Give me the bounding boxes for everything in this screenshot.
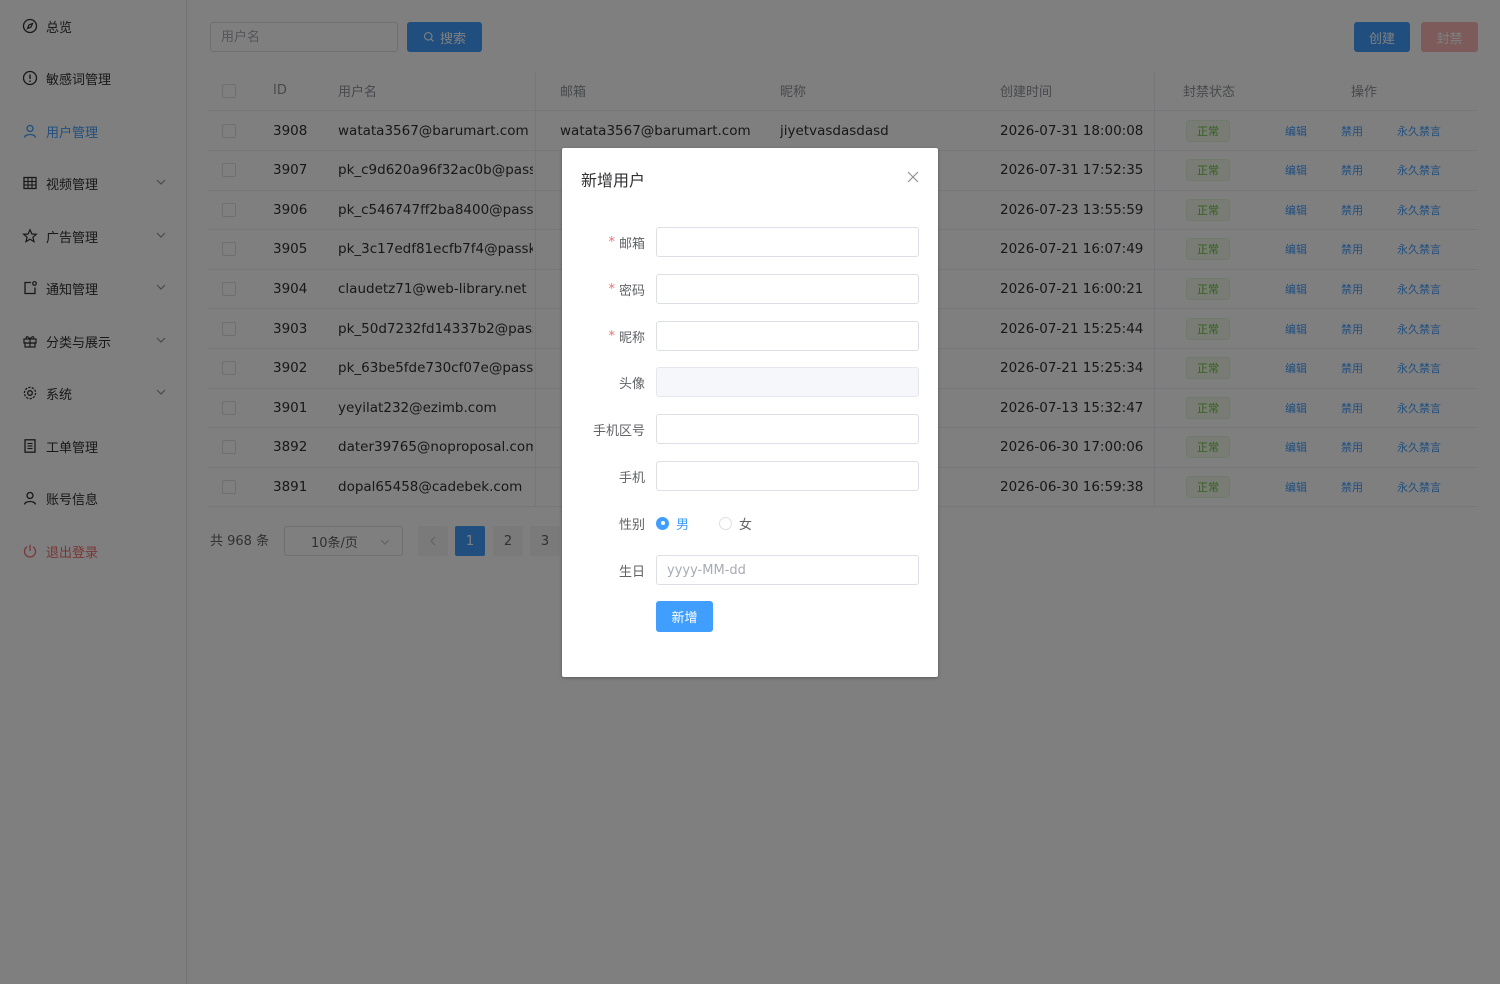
avatar-field (656, 367, 919, 397)
gender-radio-group: 男 女 (656, 512, 782, 534)
submit-button[interactable]: 新增 (656, 601, 713, 632)
area-code-field[interactable] (656, 414, 919, 444)
birthday-field[interactable] (656, 555, 919, 585)
password-label: * 密码 (608, 281, 645, 299)
avatar-label: 头像 (618, 376, 645, 392)
radio-dot[interactable] (656, 516, 669, 530)
gender-male-radio[interactable]: 男 (656, 514, 689, 533)
birthday-label: 生日 (618, 564, 645, 580)
nickname-field[interactable] (656, 321, 919, 351)
radio-dot[interactable] (719, 516, 733, 530)
area-code-label: 手机区号 (592, 423, 645, 439)
email-field[interactable] (656, 227, 919, 257)
dialog-title: 新增用户 (581, 171, 646, 190)
password-field[interactable] (656, 274, 919, 304)
close-icon[interactable] (906, 170, 920, 184)
gender-female-radio[interactable]: 女 (719, 514, 752, 533)
nickname-label: * 昵称 (608, 328, 645, 346)
phone-field[interactable] (656, 461, 919, 491)
email-label: * 邮箱 (608, 234, 645, 252)
submit-button-label: 新增 (671, 611, 698, 626)
phone-label: 手机 (618, 470, 645, 486)
gender-label: 性别 (618, 517, 645, 533)
add-user-dialog: 新增用户 *邮箱 *密码 *昵称 头像 手机区号 手机 性别 男 女 生日 新增 (562, 148, 938, 677)
